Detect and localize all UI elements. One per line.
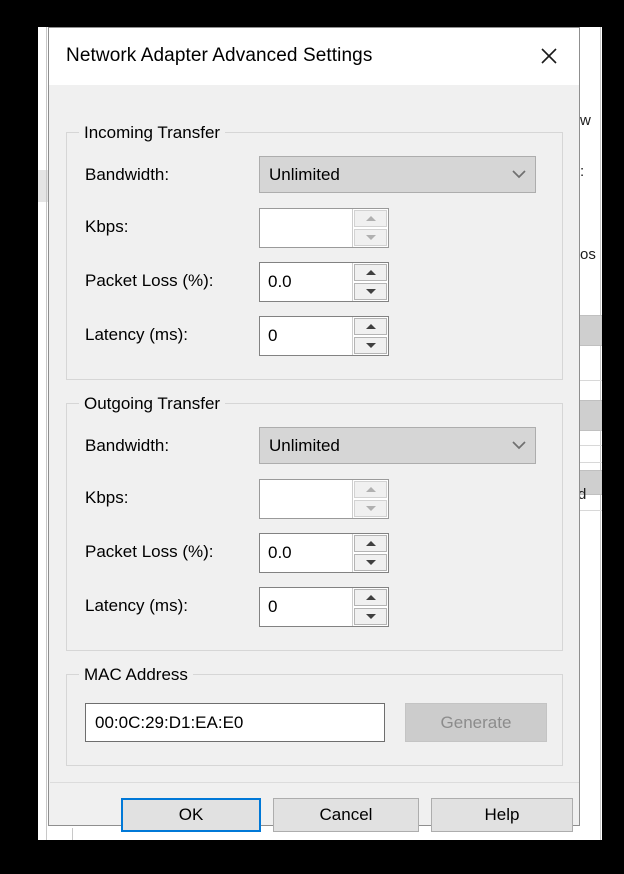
outgoing-bandwidth-select[interactable]: Unlimited bbox=[259, 427, 536, 464]
generate-mac-button[interactable]: Generate bbox=[405, 703, 547, 742]
label-outgoing-packet-loss: Packet Loss (%): bbox=[85, 542, 214, 561]
footer-separator bbox=[50, 782, 579, 783]
background-divider-right bbox=[600, 27, 601, 840]
label-outgoing-bandwidth: Bandwidth: bbox=[85, 436, 170, 455]
incoming-kbps-decrement-button[interactable] bbox=[354, 229, 387, 246]
cancel-button[interactable]: Cancel bbox=[273, 798, 419, 832]
outgoing-latency-decrement-button[interactable] bbox=[354, 608, 387, 625]
outgoing-packet-loss-stepper-buttons bbox=[352, 534, 388, 572]
field-outgoing-kbps: Kbps: bbox=[67, 479, 562, 521]
caret-down-icon bbox=[365, 289, 376, 294]
field-outgoing-latency: Latency (ms): 0 bbox=[67, 587, 562, 629]
label-incoming-latency: Latency (ms): bbox=[85, 325, 188, 344]
incoming-kbps-input[interactable] bbox=[260, 209, 352, 247]
dialog-titlebar: Network Adapter Advanced Settings bbox=[49, 28, 579, 85]
outgoing-kbps-stepper[interactable] bbox=[259, 479, 389, 519]
group-mac-address-legend: MAC Address bbox=[79, 665, 193, 685]
screen: w : os d Network Adapter Advanced Settin… bbox=[0, 0, 624, 874]
caret-up-icon bbox=[365, 216, 376, 221]
outgoing-latency-input[interactable]: 0 bbox=[260, 588, 352, 626]
background-divider-bottom bbox=[72, 828, 73, 840]
network-adapter-advanced-settings-dialog: Network Adapter Advanced Settings Incomi… bbox=[48, 27, 580, 832]
field-incoming-latency: Latency (ms): 0 bbox=[67, 316, 562, 358]
outgoing-packet-loss-decrement-button[interactable] bbox=[354, 554, 387, 571]
field-incoming-kbps: Kbps: bbox=[67, 208, 562, 250]
outgoing-packet-loss-input[interactable]: 0.0 bbox=[260, 534, 352, 572]
background-row-divider bbox=[578, 445, 602, 446]
incoming-packet-loss-stepper[interactable]: 0.0 bbox=[259, 262, 389, 302]
outgoing-kbps-decrement-button[interactable] bbox=[354, 500, 387, 517]
field-incoming-bandwidth: Bandwidth: Unlimited bbox=[67, 156, 562, 198]
group-outgoing-transfer-legend: Outgoing Transfer bbox=[79, 394, 226, 414]
background-text-fragment: d bbox=[578, 486, 587, 503]
outgoing-packet-loss-stepper[interactable]: 0.0 bbox=[259, 533, 389, 573]
incoming-packet-loss-increment-button[interactable] bbox=[354, 264, 387, 281]
label-outgoing-latency: Latency (ms): bbox=[85, 596, 188, 615]
help-button[interactable]: Help bbox=[431, 798, 573, 832]
incoming-packet-loss-decrement-button[interactable] bbox=[354, 283, 387, 300]
background-row-highlight bbox=[578, 400, 602, 431]
outgoing-latency-stepper[interactable]: 0 bbox=[259, 587, 389, 627]
incoming-bandwidth-select[interactable]: Unlimited bbox=[259, 156, 536, 193]
label-incoming-packet-loss: Packet Loss (%): bbox=[85, 271, 214, 290]
label-outgoing-kbps: Kbps: bbox=[85, 488, 129, 507]
field-outgoing-bandwidth: Bandwidth: Unlimited bbox=[67, 427, 562, 469]
chevron-down-icon bbox=[503, 441, 535, 450]
background-text-fragment: w bbox=[580, 112, 591, 129]
caret-up-icon bbox=[365, 487, 376, 492]
group-incoming-transfer: Incoming Transfer Bandwidth: Unlimited K… bbox=[66, 123, 563, 380]
dialog-title: Network Adapter Advanced Settings bbox=[66, 45, 373, 66]
caret-down-icon bbox=[365, 614, 376, 619]
close-icon[interactable] bbox=[529, 38, 569, 74]
background-row-highlight bbox=[578, 315, 602, 346]
ok-button[interactable]: OK bbox=[121, 798, 261, 832]
incoming-latency-stepper[interactable]: 0 bbox=[259, 316, 389, 356]
caret-up-icon bbox=[365, 324, 376, 329]
caret-up-icon bbox=[365, 595, 376, 600]
incoming-latency-decrement-button[interactable] bbox=[354, 337, 387, 354]
caret-up-icon bbox=[365, 270, 376, 275]
group-outgoing-transfer: Outgoing Transfer Bandwidth: Unlimited K… bbox=[66, 394, 563, 651]
incoming-packet-loss-input[interactable]: 0.0 bbox=[260, 263, 352, 301]
field-outgoing-packet-loss: Packet Loss (%): 0.0 bbox=[67, 533, 562, 575]
caret-down-icon bbox=[365, 506, 376, 511]
caret-down-icon bbox=[365, 560, 376, 565]
outgoing-kbps-input[interactable] bbox=[260, 480, 352, 518]
background-window-right bbox=[578, 27, 602, 840]
background-row-divider bbox=[578, 510, 602, 511]
incoming-packet-loss-stepper-buttons bbox=[352, 263, 388, 301]
caret-down-icon bbox=[365, 235, 376, 240]
incoming-latency-stepper-buttons bbox=[352, 317, 388, 355]
chevron-down-icon bbox=[503, 170, 535, 179]
outgoing-kbps-increment-button[interactable] bbox=[354, 481, 387, 498]
outgoing-bandwidth-value: Unlimited bbox=[269, 435, 340, 455]
incoming-kbps-increment-button[interactable] bbox=[354, 210, 387, 227]
incoming-kbps-stepper[interactable] bbox=[259, 208, 389, 248]
background-text-fragment: : bbox=[580, 163, 585, 180]
label-incoming-kbps: Kbps: bbox=[85, 217, 129, 236]
outgoing-latency-increment-button[interactable] bbox=[354, 589, 387, 606]
background-divider-left bbox=[46, 27, 47, 840]
group-mac-address: MAC Address 00:0C:29:D1:EA:E0 Generate bbox=[66, 665, 563, 766]
background-row-divider bbox=[578, 380, 602, 381]
mac-address-input[interactable]: 00:0C:29:D1:EA:E0 bbox=[85, 703, 385, 742]
field-incoming-packet-loss: Packet Loss (%): 0.0 bbox=[67, 262, 562, 304]
incoming-latency-increment-button[interactable] bbox=[354, 318, 387, 335]
outgoing-packet-loss-increment-button[interactable] bbox=[354, 535, 387, 552]
incoming-kbps-stepper-buttons bbox=[352, 209, 388, 247]
outgoing-latency-stepper-buttons bbox=[352, 588, 388, 626]
label-incoming-bandwidth: Bandwidth: bbox=[85, 165, 170, 184]
background-row-divider bbox=[578, 462, 602, 463]
incoming-latency-input[interactable]: 0 bbox=[260, 317, 352, 355]
incoming-bandwidth-value: Unlimited bbox=[269, 164, 340, 184]
group-incoming-transfer-legend: Incoming Transfer bbox=[79, 123, 226, 143]
outgoing-kbps-stepper-buttons bbox=[352, 480, 388, 518]
caret-up-icon bbox=[365, 541, 376, 546]
background-text-fragment: os bbox=[580, 246, 596, 263]
caret-down-icon bbox=[365, 343, 376, 348]
